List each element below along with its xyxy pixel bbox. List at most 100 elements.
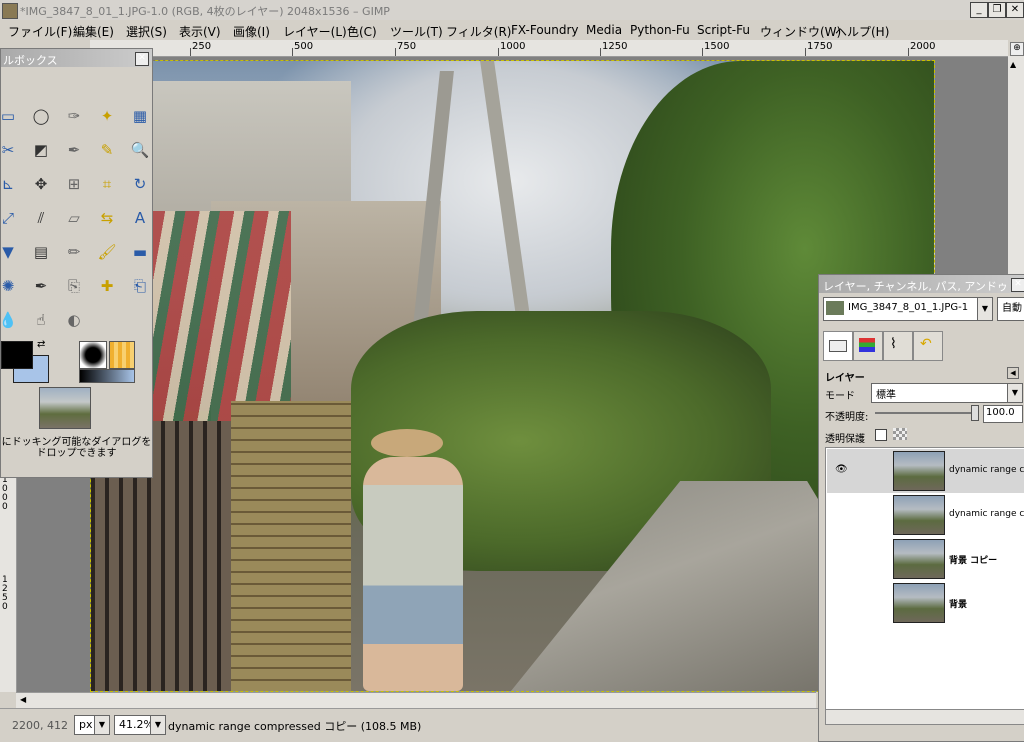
menu-colors[interactable]: 色(C) <box>347 23 377 40</box>
ruler-top[interactable]: 250 500 750 1000 1250 1500 1750 2000 <box>90 40 1008 57</box>
color-picker-icon[interactable]: ✎ <box>96 139 118 161</box>
perspective-icon[interactable]: ▱ <box>63 207 85 229</box>
tab-layers[interactable] <box>823 331 853 361</box>
unit-value: px <box>79 718 93 731</box>
layer-row[interactable]: 背景 <box>827 581 1024 625</box>
menu-help[interactable]: ヘルプ(H) <box>835 23 889 40</box>
color-select-icon[interactable]: ▦ <box>129 105 151 127</box>
lasso-icon[interactable]: ✑ <box>63 105 85 127</box>
rotate-icon[interactable]: ↻ <box>129 173 151 195</box>
layers-titlebar[interactable]: レイヤー, チャンネル, パス, アンドゥ ✕ <box>819 275 1024 293</box>
menu-fx-foundry[interactable]: FX-Foundry <box>511 23 579 37</box>
ellipse-select-icon[interactable]: ◯ <box>30 105 52 127</box>
scroll-left-icon[interactable]: ◀ <box>20 695 26 704</box>
girl-figure <box>363 457 463 691</box>
text-icon[interactable]: A <box>129 207 151 229</box>
toolbox-title: ルボックス <box>3 54 58 67</box>
menu-view[interactable]: 表示(V) <box>179 23 221 40</box>
layer-row[interactable]: 👁 dynamic range compressed <box>827 449 1024 493</box>
paintbrush-icon[interactable]: 🖌 <box>96 241 118 263</box>
image-select[interactable]: IMG_3847_8_01_1.JPG-1 ▼ <box>823 297 993 321</box>
opacity-slider-handle[interactable] <box>971 405 979 421</box>
mode-select[interactable]: 標準 ▼ <box>871 383 1023 403</box>
opacity-slider[interactable] <box>875 412 979 414</box>
dodge-burn-icon[interactable]: ◐ <box>63 309 85 331</box>
tab-undo[interactable]: ↶ <box>913 331 943 361</box>
fuzzy-select-icon[interactable]: ✦ <box>96 105 118 127</box>
pattern-preview[interactable] <box>109 341 135 369</box>
blend-icon[interactable]: ▤ <box>30 241 52 263</box>
chevron-down-icon: ▼ <box>94 716 109 734</box>
menu-select[interactable]: 選択(S) <box>126 23 167 40</box>
perspective-clone-icon[interactable]: ⎗ <box>129 275 151 297</box>
menu-tools[interactable]: ツール(T) <box>390 23 443 40</box>
menu-layer[interactable]: レイヤー(L) <box>283 23 347 40</box>
undo-icon: ↶ <box>920 336 932 352</box>
menu-python-fu[interactable]: Python-Fu <box>630 23 690 37</box>
rect-select-icon[interactable]: ▭ <box>0 105 19 127</box>
clone-icon[interactable]: ⎘ <box>63 275 85 297</box>
ruler-label: 1500 <box>704 41 730 52</box>
maximize-button[interactable]: ❐ <box>988 2 1006 18</box>
eye-icon[interactable]: 👁 <box>835 465 851 475</box>
align-icon[interactable]: ⊞ <box>63 173 85 195</box>
blur-icon[interactable]: 💧 <box>0 309 19 331</box>
swap-colors-icon[interactable]: ⇄ <box>37 339 45 350</box>
layer-row[interactable]: dynamic range co <box>827 493 1024 537</box>
foreground-select-icon[interactable]: ◩ <box>30 139 52 161</box>
ruler-label: 1250 <box>602 41 628 52</box>
image-thumbnail[interactable] <box>39 387 91 429</box>
toolbox-dialog: ルボックス ✕ ▭ ◯ ✑ ✦ ▦ ✂ ◩ ✒ ✎ 🔍 ⊾ ✥ ⊞ ⌗ ↻ ⤢ ⫽ ▱ ⇆ A ▼ ▤ ✏ 🖌 ▬ ✺ ✒ ⎘ ✚ ⎗ 💧 ☝… <box>0 48 153 478</box>
menu-file[interactable]: ファイル(F) <box>8 23 72 40</box>
foreground-color[interactable] <box>1 341 33 369</box>
close-icon[interactable]: ✕ <box>1011 278 1024 292</box>
shear-icon[interactable]: ⫽ <box>30 207 52 229</box>
layer-list-hscrollbar[interactable] <box>825 709 1024 725</box>
paths-icon[interactable]: ✒ <box>63 139 85 161</box>
scissors-icon[interactable]: ✂ <box>0 139 19 161</box>
crop-icon[interactable]: ⌗ <box>96 173 118 195</box>
ruler-label: 500 <box>294 41 314 52</box>
bucket-fill-icon[interactable]: ▼ <box>0 241 19 263</box>
gradient-preview[interactable] <box>79 369 135 383</box>
close-button[interactable]: ✕ <box>1006 2 1024 18</box>
status-message: dynamic range compressed コピー (108.5 MB) <box>168 720 422 733</box>
menu-script-fu[interactable]: Script-Fu <box>697 23 750 37</box>
move-icon[interactable]: ✥ <box>30 173 52 195</box>
pencil-icon[interactable]: ✏ <box>63 241 85 263</box>
channels-icon <box>859 338 875 352</box>
menu-windows[interactable]: ウィンドウ(W) <box>760 23 841 40</box>
image-canvas[interactable] <box>90 60 935 692</box>
scale-icon[interactable]: ⤢ <box>0 207 19 229</box>
brush-preview[interactable] <box>79 341 107 369</box>
layer-row[interactable]: 背景 コピー <box>827 537 1024 581</box>
toolbox-titlebar[interactable]: ルボックス ✕ <box>1 49 152 67</box>
heal-icon[interactable]: ✚ <box>96 275 118 297</box>
eraser-icon[interactable]: ▬ <box>129 241 151 263</box>
airbrush-icon[interactable]: ✺ <box>0 275 19 297</box>
zoom-icon[interactable]: 🔍 <box>129 139 151 161</box>
menu-edit[interactable]: 編集(E) <box>73 23 114 40</box>
ink-icon[interactable]: ✒ <box>30 275 52 297</box>
menu-image[interactable]: 画像(I) <box>233 23 270 40</box>
lock-alpha-checkbox[interactable] <box>875 429 887 441</box>
brick-gate <box>231 401 351 691</box>
menu-media[interactable]: Media <box>586 23 622 37</box>
navigate-icon[interactable]: ⊕ <box>1010 42 1024 56</box>
opacity-value: 100.0 <box>986 407 1015 418</box>
opacity-input[interactable]: 100.0 <box>983 405 1023 423</box>
tab-channels[interactable] <box>853 331 883 361</box>
close-icon[interactable]: ✕ <box>135 52 149 66</box>
tab-paths[interactable]: ⌇ <box>883 331 913 361</box>
flip-icon[interactable]: ⇆ <box>96 207 118 229</box>
horizontal-scrollbar[interactable]: ◀ <box>16 692 816 709</box>
panel-menu-icon[interactable]: ◀ <box>1007 367 1019 379</box>
minimize-button[interactable]: _ <box>970 2 988 18</box>
auto-button[interactable]: 自動 <box>997 297 1024 321</box>
menu-filters[interactable]: フィルタ(R) <box>446 23 511 40</box>
scroll-up-icon[interactable]: ▲ <box>1010 60 1016 69</box>
measure-icon[interactable]: ⊾ <box>0 173 19 195</box>
zoom-select[interactable]: 41.2% ▼ <box>114 715 166 735</box>
unit-select[interactable]: px ▼ <box>74 715 110 735</box>
smudge-icon[interactable]: ☝ <box>30 309 52 331</box>
